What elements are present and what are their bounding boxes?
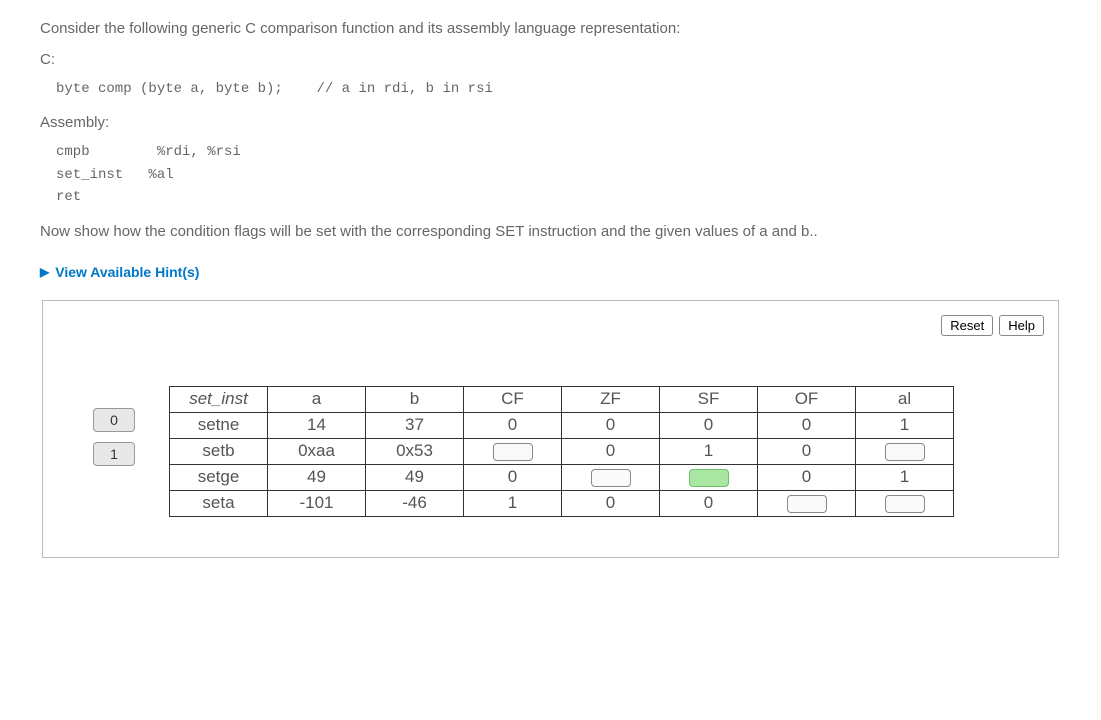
instruction-text: Now show how the condition flags will be… [40, 223, 1061, 240]
cell-al: 1 [856, 464, 954, 490]
cell-SF: 1 [660, 438, 758, 464]
col-sf: SF [660, 386, 758, 412]
col-set-inst: set_inst [170, 386, 268, 412]
drop-slot[interactable] [787, 495, 827, 513]
cell-b: -46 [366, 490, 464, 516]
cell-a: -101 [268, 490, 366, 516]
drop-slot[interactable] [591, 469, 631, 487]
cell-ZF: 0 [562, 438, 660, 464]
cell-a: 14 [268, 412, 366, 438]
assembly-code: cmpb %rdi, %rsi set_inst %al ret [56, 141, 1061, 208]
cell-ZF[interactable] [562, 464, 660, 490]
table-header-row: set_inst a b CF ZF SF OF al [170, 386, 954, 412]
cell-CF[interactable] [464, 438, 562, 464]
col-zf: ZF [562, 386, 660, 412]
tile-1[interactable]: 1 [93, 442, 135, 466]
cell-ZF: 0 [562, 490, 660, 516]
drop-slot[interactable] [885, 495, 925, 513]
table-row: seta-101-46100 [170, 490, 954, 516]
table-row: setge4949001 [170, 464, 954, 490]
help-button[interactable]: Help [999, 315, 1044, 336]
col-a: a [268, 386, 366, 412]
col-b: b [366, 386, 464, 412]
col-cf: CF [464, 386, 562, 412]
drop-slot[interactable] [493, 443, 533, 461]
exercise-panel: Reset Help 0 1 set_inst a b CF ZF SF OF [42, 300, 1059, 558]
c-code: byte comp (byte a, byte b); // a in rdi,… [56, 78, 1061, 100]
cell-OF: 0 [758, 438, 856, 464]
cell-CF: 1 [464, 490, 562, 516]
intro-text: Consider the following generic C compari… [40, 20, 1061, 37]
col-al: al [856, 386, 954, 412]
cell-CF: 0 [464, 464, 562, 490]
table-row: setne143700001 [170, 412, 954, 438]
tile-0[interactable]: 0 [93, 408, 135, 432]
cell-SF: 0 [660, 412, 758, 438]
cell-b: 37 [366, 412, 464, 438]
cell-CF: 0 [464, 412, 562, 438]
cell-a: 49 [268, 464, 366, 490]
cell-set_inst: seta [170, 490, 268, 516]
cell-b: 0x53 [366, 438, 464, 464]
cell-OF: 0 [758, 464, 856, 490]
reset-button[interactable]: Reset [941, 315, 993, 336]
cell-a: 0xaa [268, 438, 366, 464]
flags-table: set_inst a b CF ZF SF OF al setne1437000… [169, 386, 954, 517]
drop-slot[interactable] [689, 469, 729, 487]
drop-slot[interactable] [885, 443, 925, 461]
cell-al: 1 [856, 412, 954, 438]
cell-al[interactable] [856, 490, 954, 516]
table-row: setb0xaa0x53 010 [170, 438, 954, 464]
cell-set_inst: setb [170, 438, 268, 464]
c-label: C: [40, 51, 1061, 68]
cell-set_inst: setne [170, 412, 268, 438]
cell-al[interactable] [856, 438, 954, 464]
cell-SF[interactable] [660, 464, 758, 490]
cell-OF: 0 [758, 412, 856, 438]
hint-label: View Available Hint(s) [55, 264, 199, 280]
cell-ZF: 0 [562, 412, 660, 438]
answer-tile-stack: 0 1 [93, 408, 135, 466]
triangle-right-icon: ▶ [40, 265, 49, 279]
cell-SF: 0 [660, 490, 758, 516]
assembly-label: Assembly: [40, 114, 1061, 131]
view-hints-toggle[interactable]: ▶ View Available Hint(s) [40, 264, 199, 280]
cell-b: 49 [366, 464, 464, 490]
cell-OF[interactable] [758, 490, 856, 516]
col-of: OF [758, 386, 856, 412]
cell-set_inst: setge [170, 464, 268, 490]
